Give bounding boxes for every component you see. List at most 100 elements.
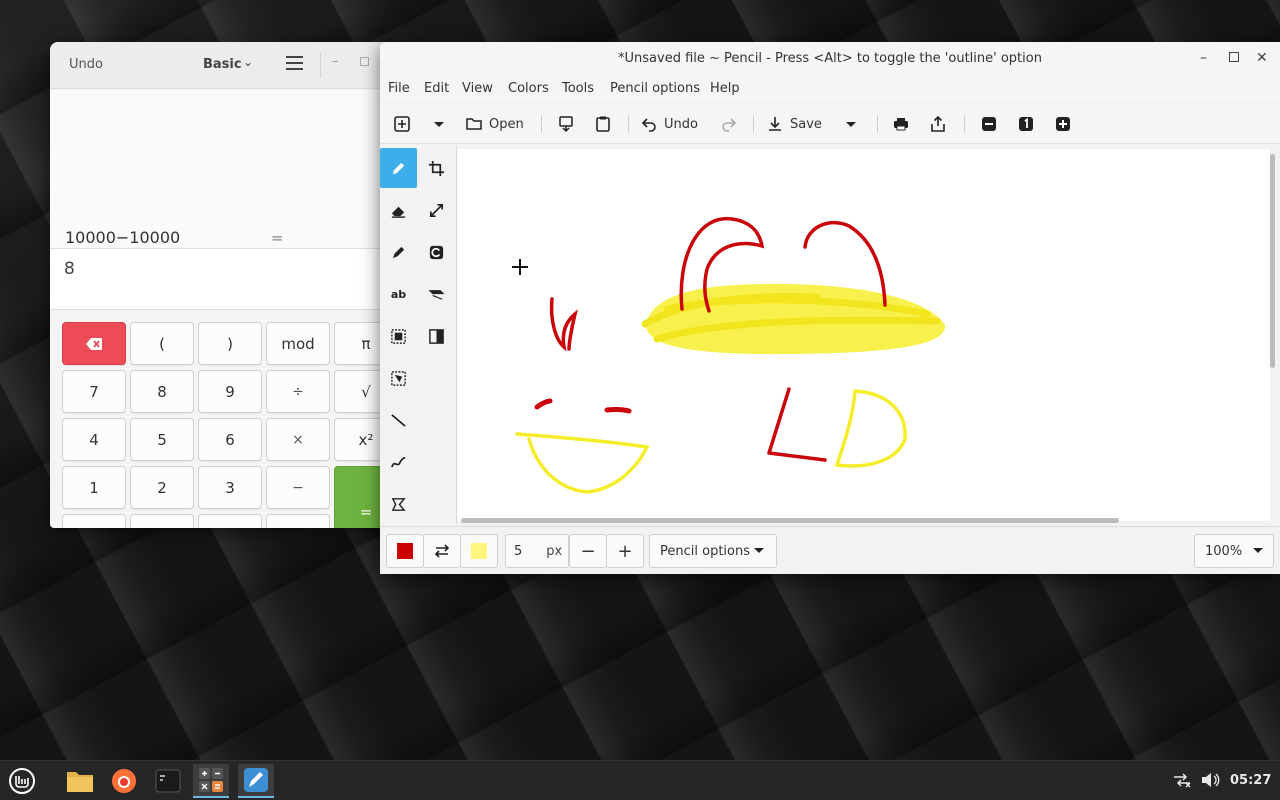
eraser-tool[interactable] xyxy=(380,190,417,230)
minus-icon: − xyxy=(580,540,596,562)
secondary-color-swatch xyxy=(471,543,487,559)
save-dropdown[interactable] xyxy=(842,112,860,136)
close-paren-key[interactable]: ) xyxy=(198,322,262,365)
swap-colors-button[interactable] xyxy=(423,534,461,568)
print-button[interactable] xyxy=(892,112,910,136)
zoom-dropdown[interactable]: 100% xyxy=(1194,534,1274,568)
free-select-tool[interactable] xyxy=(380,358,417,398)
calc-mode-selector[interactable]: Basic xyxy=(203,57,242,72)
new-image-button[interactable] xyxy=(393,112,411,136)
files-launcher[interactable] xyxy=(62,764,98,798)
pencil-taskbar-button[interactable] xyxy=(238,764,274,798)
menu-view[interactable]: View xyxy=(462,81,493,96)
key-2[interactable]: 2 xyxy=(130,466,194,509)
key-9-label: 9 xyxy=(225,382,235,401)
key-1[interactable]: 1 xyxy=(62,466,126,509)
text-tool[interactable]: ab xyxy=(380,274,417,314)
menu-file[interactable]: File xyxy=(388,81,410,96)
import-button[interactable] xyxy=(557,112,575,136)
primary-color-button[interactable] xyxy=(386,534,424,568)
key-0[interactable]: 0 xyxy=(62,514,126,528)
key-6[interactable]: 6 xyxy=(198,418,262,461)
secondary-color-button[interactable] xyxy=(460,534,498,568)
primary-color-swatch xyxy=(397,543,413,559)
menu-help[interactable]: Help xyxy=(710,81,740,96)
multiply-key[interactable]: × xyxy=(266,418,330,461)
menu-tools[interactable]: Tools xyxy=(562,81,594,96)
mod-key[interactable]: mod xyxy=(266,322,330,365)
backspace-key[interactable] xyxy=(62,322,126,365)
rect-select-tool[interactable] xyxy=(380,316,417,356)
open-paren-key[interactable]: ( xyxy=(130,322,194,365)
curve-tool[interactable] xyxy=(380,442,417,482)
zoom-reset-button[interactable] xyxy=(1017,112,1035,136)
vertical-scrollbar[interactable] xyxy=(1270,154,1275,368)
firefox-launcher[interactable] xyxy=(106,764,142,798)
key-5[interactable]: 5 xyxy=(130,418,194,461)
maximize-icon[interactable] xyxy=(1229,52,1239,62)
tool-size-input[interactable]: 5 px xyxy=(505,534,569,568)
menu-edit[interactable]: Edit xyxy=(424,81,449,96)
clock[interactable]: 05:27 xyxy=(1230,773,1271,788)
zoom-out-button[interactable] xyxy=(980,112,998,136)
key-8[interactable]: 8 xyxy=(130,370,194,413)
redo-icon xyxy=(722,118,737,132)
calc-undo-button[interactable]: Undo xyxy=(69,57,103,72)
menu-colors[interactable]: Colors xyxy=(508,81,549,96)
minimize-icon[interactable]: – xyxy=(1200,50,1207,66)
close-icon[interactable]: ✕ xyxy=(1256,50,1268,66)
undo-label: Undo xyxy=(664,116,698,132)
divide-key[interactable]: ÷ xyxy=(266,370,330,413)
skew-tool[interactable] xyxy=(418,274,455,314)
tool-options-dropdown[interactable]: Pencil options xyxy=(649,534,777,568)
open-button[interactable]: Open xyxy=(465,112,524,136)
pencil-window: *Unsaved file ~ Pencil - Press <Alt> to … xyxy=(380,42,1280,574)
volume-icon[interactable] xyxy=(1200,771,1220,793)
menu-pencil-options[interactable]: Pencil options xyxy=(610,81,700,96)
zoom-in-button[interactable] xyxy=(1054,112,1072,136)
rotate-tool[interactable] xyxy=(418,232,455,272)
drawing-canvas[interactable] xyxy=(457,149,1270,521)
tools-panel: ab xyxy=(380,146,457,524)
redo-button[interactable] xyxy=(720,112,738,136)
shape-tool[interactable] xyxy=(380,484,417,524)
new-image-dropdown[interactable] xyxy=(430,112,448,136)
share-button[interactable] xyxy=(929,112,947,136)
polygon-icon xyxy=(391,497,406,511)
key-3[interactable]: 3 xyxy=(198,466,262,509)
subtract-key[interactable]: − xyxy=(266,466,330,509)
window-title: *Unsaved file ~ Pencil - Press <Alt> to … xyxy=(618,51,1042,66)
key-7[interactable]: 7 xyxy=(62,370,126,413)
decimal-key-label: . xyxy=(160,527,165,529)
percent-key[interactable]: % xyxy=(198,514,262,528)
mint-menu-button[interactable] xyxy=(4,764,40,798)
network-icon[interactable] xyxy=(1172,771,1192,793)
multiply-key-label: × xyxy=(292,431,304,448)
terminal-launcher[interactable] xyxy=(150,764,186,798)
calculator-taskbar-button[interactable] xyxy=(193,764,229,798)
size-decrease-button[interactable]: − xyxy=(569,534,607,568)
filters-tool[interactable] xyxy=(418,316,455,356)
chevron-down-icon[interactable]: ⌄ xyxy=(243,55,253,69)
calc-input-field[interactable]: 8 xyxy=(50,248,395,310)
paste-button[interactable] xyxy=(594,112,612,136)
divide-key-label: ÷ xyxy=(292,383,304,400)
key-9[interactable]: 9 xyxy=(198,370,262,413)
size-increase-button[interactable]: + xyxy=(606,534,644,568)
save-button[interactable]: Save xyxy=(766,112,822,136)
line-tool[interactable] xyxy=(380,400,417,440)
add-key[interactable]: + xyxy=(266,514,330,528)
key-4[interactable]: 4 xyxy=(62,418,126,461)
highlighter-tool[interactable] xyxy=(380,232,417,272)
hamburger-menu-icon[interactable] xyxy=(286,56,303,70)
maximize-icon[interactable] xyxy=(360,57,369,66)
tool-options-label: Pencil options xyxy=(660,543,750,559)
undo-button[interactable]: Undo xyxy=(640,112,698,136)
scale-tool[interactable] xyxy=(418,190,455,230)
horizontal-scrollbar[interactable] xyxy=(461,518,1119,523)
key-2-label: 2 xyxy=(157,478,167,497)
pencil-tool[interactable] xyxy=(380,148,417,188)
minimize-icon[interactable]: – xyxy=(332,54,339,69)
crop-tool[interactable] xyxy=(418,148,455,188)
decimal-key[interactable]: . xyxy=(130,514,194,528)
